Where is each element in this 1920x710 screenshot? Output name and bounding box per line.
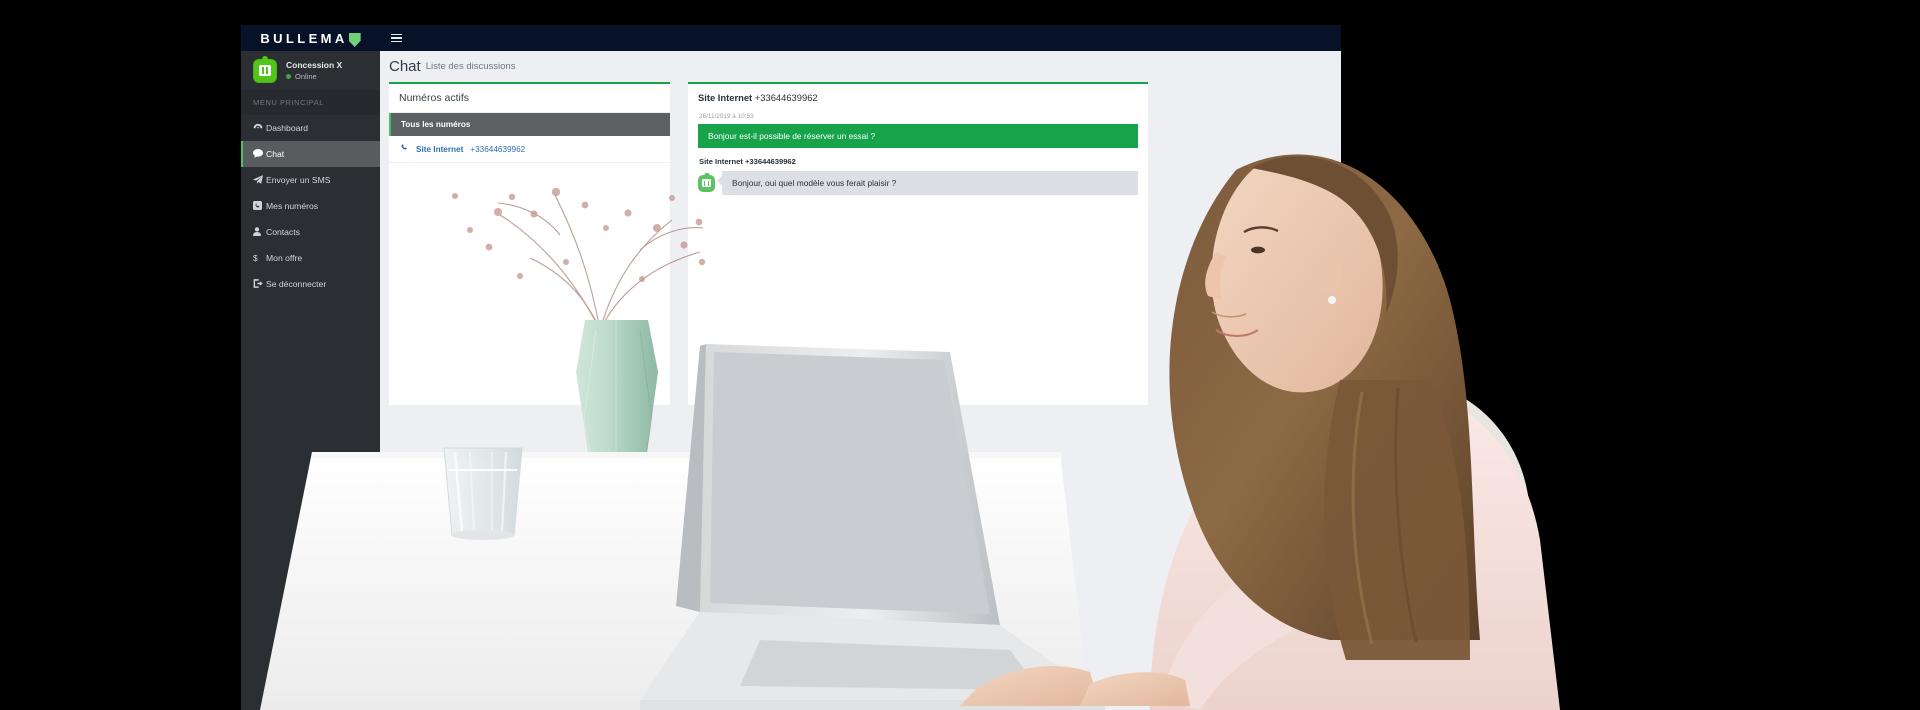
main-content: Chat Liste des discussions Numéros actif… [380, 51, 1341, 710]
message-bubble-incoming: Bonjour, oui quel modèle vous ferait pla… [717, 171, 1138, 195]
panels-row: Numéros actifs Tous les numéros Site Int… [380, 82, 1341, 405]
dashboard-icon [253, 123, 266, 133]
sidebar-item-label: Mes numéros [266, 201, 319, 211]
chat-icon [253, 148, 266, 160]
message-bubble-outgoing: Bonjour est-il possible de réserver un e… [698, 124, 1138, 148]
number-list-item[interactable]: Site Internet +33644639962 [389, 136, 670, 163]
sidebar-item-label: Mon offre [266, 253, 303, 263]
sidebar-item-logout[interactable]: Se déconnecter [241, 271, 380, 297]
chat-contact-header: Site Internet +33644639962 [688, 84, 1148, 111]
active-numbers-title: Numéros actifs [389, 84, 670, 113]
sidebar-user-status-label: Online [295, 71, 317, 81]
sidebar-item-dashboard[interactable]: Dashboard [241, 115, 380, 141]
active-numbers-panel: Numéros actifs Tous les numéros Site Int… [389, 82, 670, 405]
sidebar-item-label: Dashboard [266, 123, 309, 133]
top-bar: BULLEMA [241, 25, 1341, 51]
sidebar-item-label: Se déconnecter [266, 279, 327, 289]
sidebar-item-label: Chat [266, 149, 285, 159]
sidebar-user-panel[interactable]: Concession X Online [241, 51, 380, 90]
robot-avatar-icon [253, 58, 277, 83]
sidebar-item-chat[interactable]: Chat [241, 141, 380, 167]
sidebar-menu: Dashboard Chat Envoyer un SMS Mes numéro… [241, 115, 380, 297]
online-status-dot-icon [286, 74, 291, 79]
page-title: Chat [389, 58, 421, 75]
sidebar-item-label: Contacts [266, 227, 300, 237]
sidebar-user-meta: Concession X Online [286, 59, 342, 83]
sidebar-menu-header: MENU PRINCIPAL [241, 90, 380, 115]
sidebar-item-my-offer[interactable]: $ Mon offre [241, 245, 380, 271]
sidebar-user-name: Concession X [286, 59, 343, 70]
sidebar-item-contacts[interactable]: Contacts [241, 219, 380, 245]
dollar-icon: $ [253, 253, 258, 263]
number-list-item-number: +33644639962 [470, 144, 526, 154]
sidebar-item-label: Envoyer un SMS [266, 175, 331, 185]
brand-name: BULLEMA [260, 30, 348, 46]
number-list-item-name: Site Internet [416, 144, 464, 154]
sidebar-item-send-sms[interactable]: Envoyer un SMS [241, 167, 380, 193]
sidebar: Concession X Online MENU PRINCIPAL Dashb… [241, 51, 380, 710]
phone-square-icon [253, 200, 266, 212]
screenshot-stage: BULLEMA Concession X Online MENU PRINCIP… [0, 0, 1920, 710]
application-window: BULLEMA Concession X Online MENU PRINCIP… [241, 25, 1341, 710]
chat-contact-name: Site Internet [698, 92, 753, 103]
leaf-icon [348, 33, 361, 47]
user-icon [253, 226, 266, 238]
message-sender-label: Site Internet +33644639962 [699, 157, 796, 166]
phone-icon [401, 144, 409, 154]
all-numbers-item[interactable]: Tous les numéros [389, 113, 670, 136]
chat-messages: 26/11/2019 à 10:53 Bonjour est-il possib… [688, 113, 1148, 205]
top-bar-right [380, 25, 1341, 51]
chat-contact-number: +33644639962 [754, 92, 818, 103]
logout-icon [253, 278, 266, 290]
chat-panel: Site Internet +33644639962 26/11/2019 à … [688, 82, 1148, 405]
hamburger-icon[interactable] [391, 33, 402, 43]
page-header: Chat Liste des discussions [380, 51, 1341, 82]
message-timestamp: 26/11/2019 à 10:53 [699, 113, 754, 120]
brand-logo[interactable]: BULLEMA [241, 25, 380, 51]
page-subtitle: Liste des discussions [425, 61, 516, 72]
sidebar-item-my-numbers[interactable]: Mes numéros [241, 193, 380, 219]
send-icon [253, 174, 266, 186]
message-row-incoming: Bonjour, oui quel modèle vous ferait pla… [698, 171, 1138, 195]
active-numbers-body: Tous les numéros Site Internet +33644639… [389, 113, 670, 405]
sidebar-user-status: Online [286, 71, 342, 83]
robot-avatar-icon [698, 174, 715, 192]
